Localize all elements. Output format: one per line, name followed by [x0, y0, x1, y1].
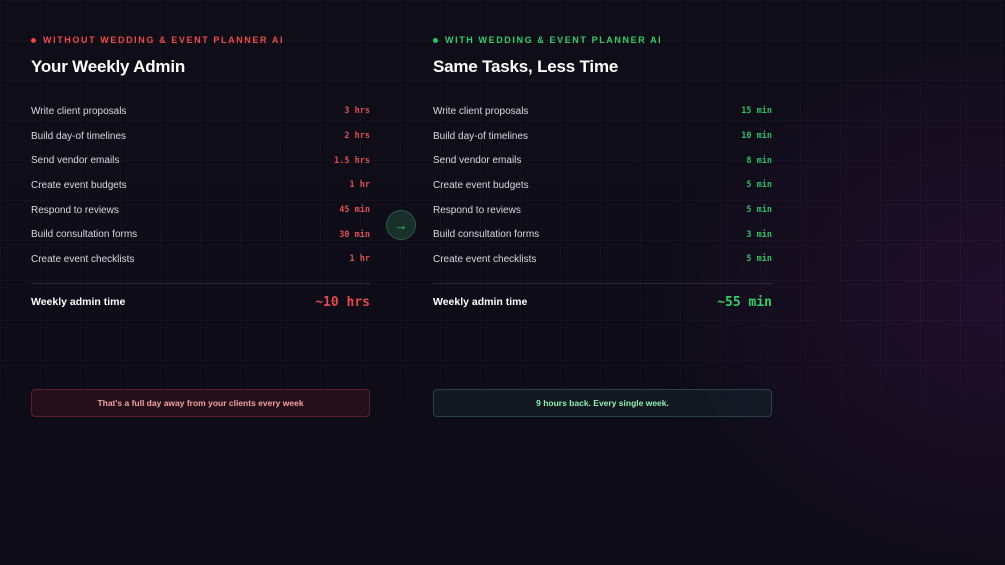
task-time: 3 hrs [344, 106, 370, 117]
task-time: 5 min [746, 254, 772, 265]
task-row: Create event budgets 1 hr [31, 173, 370, 198]
total-value: ~55 min [717, 294, 772, 310]
total-divider [433, 283, 772, 284]
task-time: 2 hrs [344, 131, 370, 142]
task-time: 15 min [741, 106, 772, 117]
with-ai-eyebrow: WITH WEDDING & EVENT PLANNER AI [433, 35, 662, 45]
task-time: 10 min [741, 131, 772, 142]
with-ai-task-list: Write client proposals 15 min Build day-… [433, 99, 772, 272]
task-name: Write client proposals [31, 105, 127, 117]
task-name: Write client proposals [433, 105, 529, 117]
task-row: Create event checklists 5 min [433, 247, 772, 272]
task-time: 5 min [746, 205, 772, 216]
with-ai-total: Weekly admin time ~55 min [433, 292, 772, 312]
task-row: Create event checklists 1 hr [31, 247, 370, 272]
with-ai-note: 9 hours back. Every single week. [433, 389, 772, 417]
task-row: Build consultation forms 30 min [31, 222, 370, 247]
task-name: Create event checklists [31, 253, 135, 265]
task-name: Build day-of timelines [433, 130, 529, 142]
task-name: Respond to reviews [433, 204, 521, 216]
task-row: Build day-of timelines 10 min [433, 124, 772, 149]
task-time: 1 hr [349, 254, 370, 265]
task-row: Send vendor emails 8 min [433, 148, 772, 173]
task-row: Build consultation forms 3 min [433, 222, 772, 247]
task-time: 5 min [746, 180, 772, 191]
task-row: Build day-of timelines 2 hrs [31, 124, 370, 149]
task-time: 3 min [746, 229, 772, 240]
task-name: Build day-of timelines [31, 130, 127, 142]
task-name: Create event checklists [433, 253, 537, 265]
total-label: Weekly admin time [433, 296, 528, 308]
task-row: Create event budgets 5 min [433, 173, 772, 198]
task-row: Respond to reviews 45 min [31, 198, 370, 223]
without-ai-eyebrow: WITHOUT WEDDING & EVENT PLANNER AI [31, 35, 284, 45]
task-time: 8 min [746, 155, 772, 166]
task-row: Send vendor emails 1.5 hrs [31, 148, 370, 173]
red-dot-icon [31, 37, 36, 43]
without-ai-note: That's a full day away from your clients… [31, 389, 370, 417]
task-name: Create event budgets [31, 179, 127, 191]
task-name: Build consultation forms [433, 229, 540, 241]
task-row: Respond to reviews 5 min [433, 198, 772, 223]
task-row: Write client proposals 3 hrs [31, 99, 370, 124]
with-ai-eyebrow-text: WITH WEDDING & EVENT PLANNER AI [445, 35, 663, 45]
without-ai-eyebrow-text: WITHOUT WEDDING & EVENT PLANNER AI [43, 35, 285, 45]
task-name: Send vendor emails [31, 155, 120, 167]
green-dot-icon [433, 37, 438, 43]
task-name: Send vendor emails [433, 155, 522, 167]
task-time: 30 min [339, 229, 370, 240]
without-ai-task-list: Write client proposals 3 hrs Build day-o… [31, 99, 370, 272]
task-time: 1 hr [349, 180, 370, 191]
task-row: Write client proposals 15 min [433, 99, 772, 124]
task-time: 45 min [339, 205, 370, 216]
without-ai-total: Weekly admin time ~10 hrs [31, 292, 370, 312]
total-divider [31, 283, 370, 284]
task-name: Respond to reviews [31, 204, 119, 216]
with-ai-title: Same Tasks, Less Time [433, 57, 619, 76]
task-name: Build consultation forms [31, 229, 138, 241]
without-ai-title: Your Weekly Admin [31, 57, 186, 76]
task-name: Create event budgets [433, 179, 529, 191]
arrow-glyph: → [394, 217, 408, 233]
arrow-right-icon: → [386, 210, 416, 240]
total-label: Weekly admin time [31, 296, 126, 308]
total-value: ~10 hrs [315, 294, 370, 310]
task-time: 1.5 hrs [334, 155, 370, 166]
